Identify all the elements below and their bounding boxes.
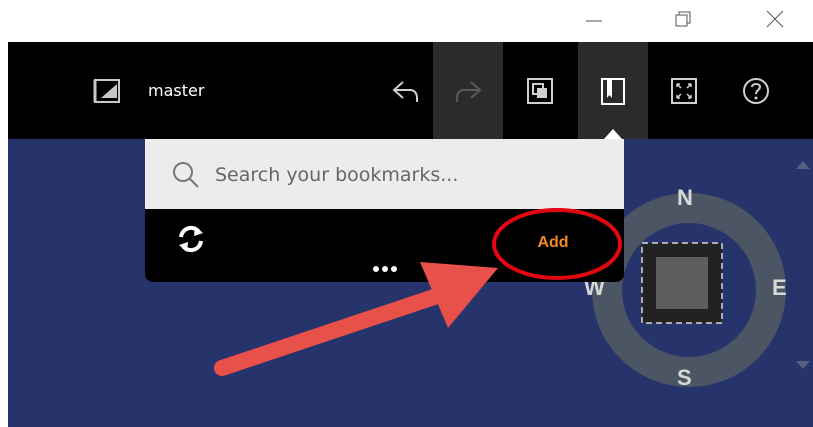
pan-up-icon bbox=[796, 161, 810, 169]
compass-east: E bbox=[772, 275, 787, 300]
close-icon bbox=[766, 10, 784, 28]
restore-icon bbox=[675, 11, 691, 27]
search-icon bbox=[173, 162, 199, 188]
compass-north: N bbox=[677, 185, 693, 210]
pan-down-icon bbox=[796, 361, 810, 369]
bookmarks-button[interactable] bbox=[578, 42, 648, 139]
scene-icon bbox=[93, 78, 120, 103]
sync-button[interactable] bbox=[173, 221, 209, 257]
minimize-icon bbox=[586, 20, 602, 22]
sync-icon bbox=[179, 225, 203, 253]
restore-button[interactable] bbox=[663, 6, 703, 36]
minimize-button[interactable] bbox=[574, 6, 614, 36]
bookmark-search-bar bbox=[145, 139, 624, 209]
more-icon bbox=[373, 266, 397, 272]
layers-button[interactable] bbox=[505, 42, 575, 139]
undo-button[interactable] bbox=[371, 42, 441, 139]
more-options-button[interactable] bbox=[365, 259, 405, 279]
scene-button[interactable] bbox=[72, 42, 142, 139]
undo-icon bbox=[392, 80, 418, 102]
fullscreen-button[interactable] bbox=[649, 42, 719, 139]
close-button[interactable] bbox=[755, 6, 795, 36]
scene-label[interactable]: master bbox=[148, 42, 204, 139]
toolbar bbox=[8, 42, 813, 139]
help-button[interactable] bbox=[721, 42, 791, 139]
redo-icon bbox=[456, 80, 482, 102]
title-bar bbox=[0, 0, 813, 42]
bookmark-icon bbox=[601, 77, 625, 105]
help-icon bbox=[743, 77, 769, 104]
compass-south: S bbox=[677, 365, 692, 390]
add-bookmark-button[interactable]: Add bbox=[497, 223, 609, 263]
fullscreen-icon bbox=[671, 77, 697, 104]
pan-arrows[interactable] bbox=[786, 139, 813, 427]
bookmarks-popup: Add bbox=[145, 139, 624, 282]
layers-icon bbox=[527, 77, 553, 104]
bookmark-search-input[interactable] bbox=[215, 159, 605, 191]
redo-button[interactable] bbox=[433, 42, 503, 139]
